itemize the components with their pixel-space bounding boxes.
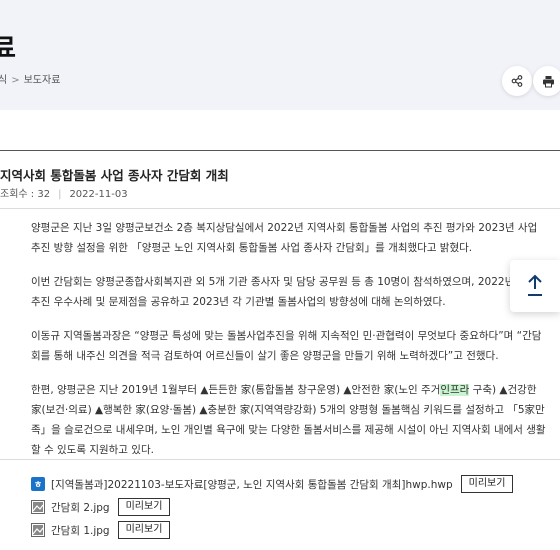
attachment-item: ㅎ [지역돌봄과]20221103-보도자료[양평군, 노인 지역사회 통합돌봄… xyxy=(31,475,514,493)
header-divider xyxy=(0,208,560,209)
article-paragraph: 양평군은 지난 3일 양평군보건소 2층 복지상담실에서 2022년 지역사회 … xyxy=(31,222,538,254)
meta-divider: | xyxy=(58,189,62,200)
article-paragraph: 이번 간담회는 양평군종합사회복지관 외 5개 기관 종사자 및 담당 공무원 … xyxy=(31,276,537,308)
article-paragraph: 한편, 양평군은 지난 2019년 1월부터 ▲든든한 家(통합돌봄 창구운영)… xyxy=(31,380,546,460)
view-count: 조회수 : 32 xyxy=(0,189,51,200)
article-title: 지역사회 통합돌봄 사업 종사자 간담회 개최 xyxy=(0,168,229,183)
image-file-icon xyxy=(31,500,45,514)
breadcrumb-item-parent[interactable]: 식 xyxy=(0,75,7,86)
image-file-icon xyxy=(31,523,45,537)
attachment-name[interactable]: 간담회 1.jpg xyxy=(51,523,110,538)
scroll-to-top-button[interactable] xyxy=(510,260,560,312)
arrow-up-icon xyxy=(528,274,542,296)
attachment-name[interactable]: [지역돌봄과]20221103-보도자료[양평군, 노인 지역사회 통합돌봄 간… xyxy=(51,477,453,492)
article-meta: 조회수 : 32 | 2022-11-03 xyxy=(0,185,128,200)
print-button[interactable] xyxy=(533,66,560,96)
hwp-file-icon: ㅎ xyxy=(31,477,45,491)
post-date: 2022-11-03 xyxy=(69,189,128,200)
search-highlight: 인프라 xyxy=(440,384,470,396)
attachment-item: 간담회 2.jpg 미리보기 xyxy=(31,498,171,516)
paragraph-text: 한편, 양평군은 지난 2019년 1월부터 ▲든든한 家(통합돌봄 창구운영)… xyxy=(31,384,441,396)
article-body: 양평군은 지난 3일 양평군보건소 2층 복지상담실에서 2022년 지역사회 … xyxy=(31,218,546,474)
page-header-band: 료 식 > 보도자료 xyxy=(0,0,560,110)
chevron-right-icon: > xyxy=(11,75,20,86)
printer-icon xyxy=(542,75,554,87)
article-paragraph: 이동규 지역돌봄과장은 “양평군 특성에 맞는 돌봄사업추진을 위해 지속적인 … xyxy=(31,330,542,362)
share-button[interactable] xyxy=(502,66,532,96)
page-title: 료 xyxy=(0,34,16,64)
preview-button[interactable]: 미리보기 xyxy=(460,475,514,493)
breadcrumb: 식 > 보도자료 xyxy=(0,71,60,86)
attachment-name[interactable]: 간담회 2.jpg xyxy=(51,500,110,515)
preview-button[interactable]: 미리보기 xyxy=(117,498,171,516)
share-icon xyxy=(511,75,523,87)
article-header: 지역사회 통합돌봄 사업 종사자 간담회 개최 조회수 : 32 | 2022-11… xyxy=(0,150,560,209)
breadcrumb-item-current[interactable]: 보도자료 xyxy=(24,75,61,86)
preview-button[interactable]: 미리보기 xyxy=(117,521,171,539)
attachment-item: 간담회 1.jpg 미리보기 xyxy=(31,521,171,539)
attachment-list: ㅎ [지역돌봄과]20221103-보도자료[양평군, 노인 지역사회 통합돌봄… xyxy=(0,459,560,550)
svg-text:ㅎ: ㅎ xyxy=(34,481,42,491)
